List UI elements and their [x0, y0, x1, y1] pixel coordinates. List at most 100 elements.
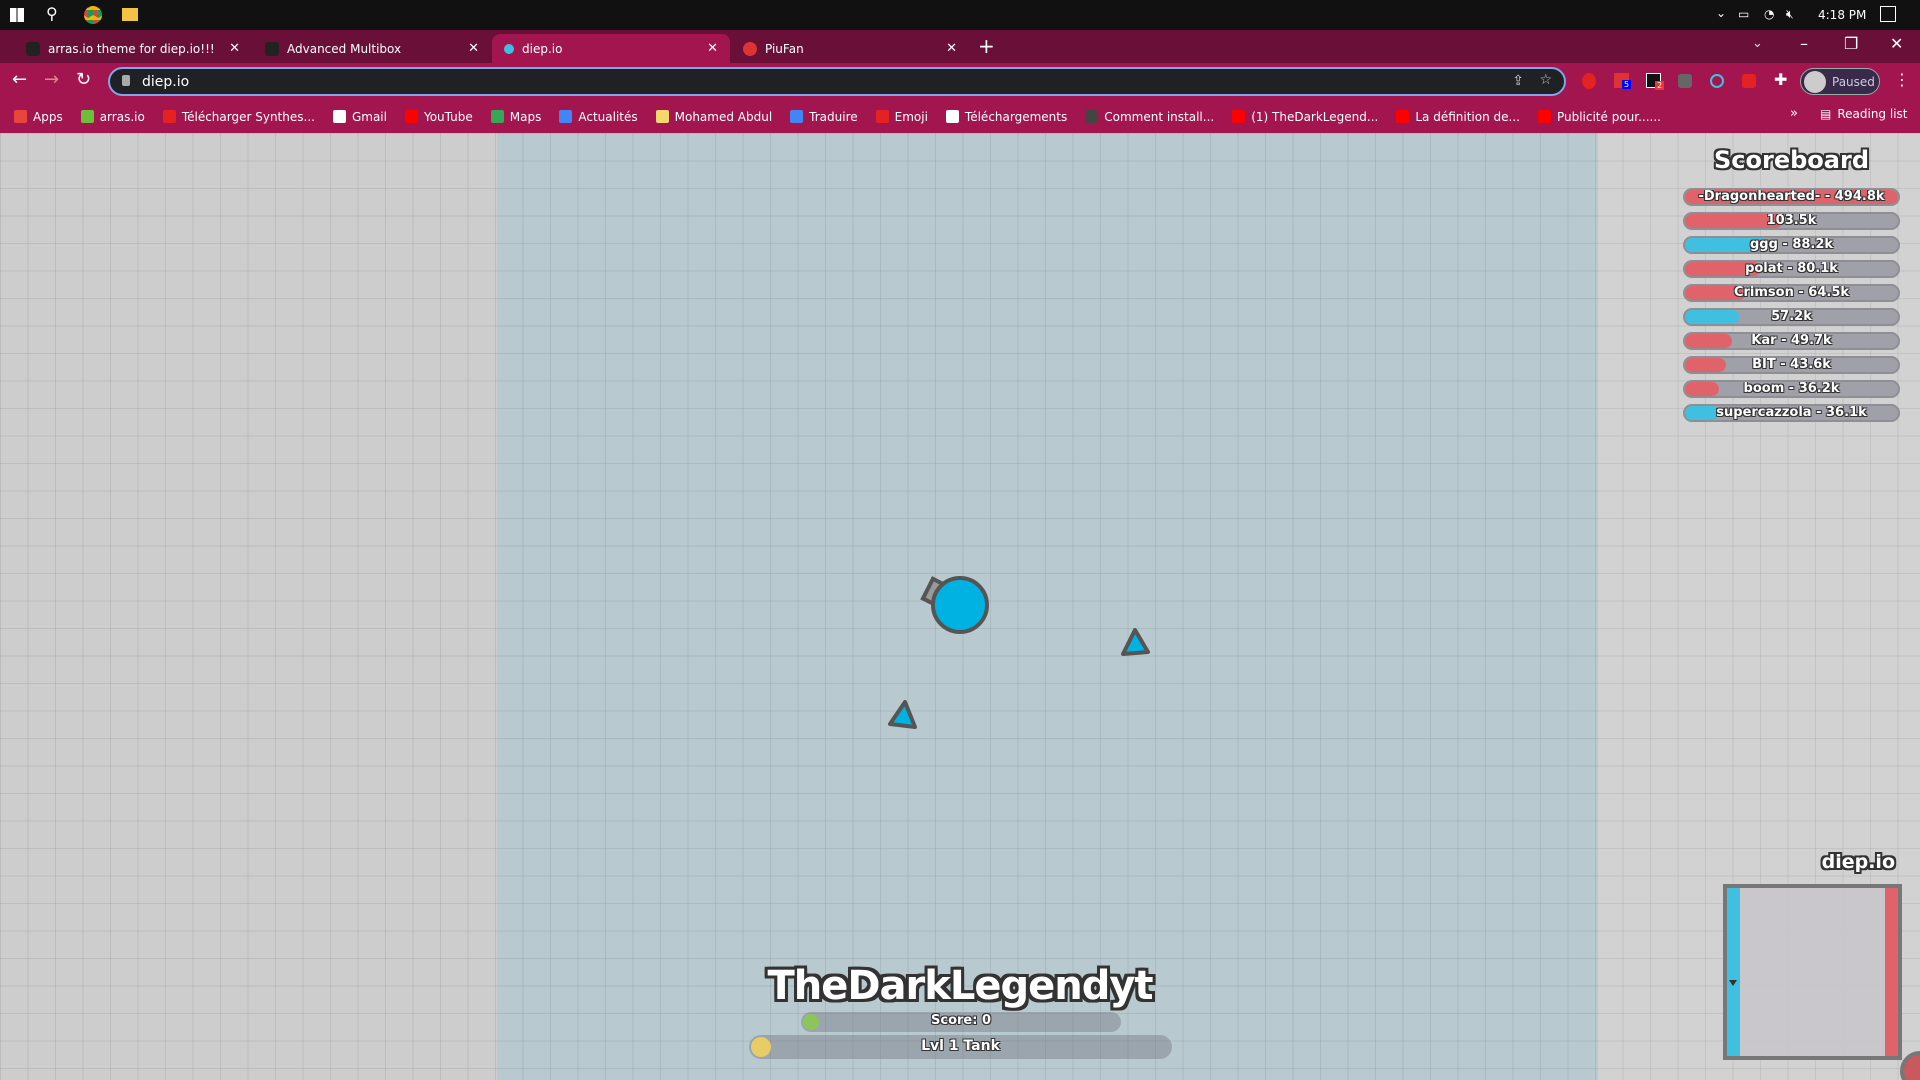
bookmark-icon: [162, 110, 176, 123]
close-tab-icon[interactable]: ✕: [946, 41, 957, 56]
scoreboard-label: supercazzola - 36.1k: [1716, 405, 1867, 420]
bookmark-label: Traduire: [809, 109, 858, 124]
reading-list-button[interactable]: ▤ Reading list: [1820, 107, 1908, 121]
close-tab-icon[interactable]: ✕: [707, 41, 718, 56]
scoreboard-entry: supercazzola - 36.1k: [1683, 404, 1900, 422]
scoreboard-entry: Crimson - 64.5k: [1683, 284, 1900, 302]
scoreboard-entry: 57.2k: [1683, 308, 1900, 326]
piufan-favicon-icon: [743, 41, 757, 56]
tab-label: diep.io: [522, 41, 563, 56]
close-tab-icon[interactable]: ✕: [229, 41, 240, 56]
level-bar: Lvl 1 Tank: [749, 1035, 1172, 1059]
bookmark-item[interactable]: Comment install...: [1085, 110, 1214, 124]
volume-muted-icon[interactable]: 🔇︎: [1786, 7, 1794, 22]
search-icon[interactable]: ⚲: [46, 4, 58, 23]
tab-arras-theme[interactable]: arras.io theme for diep.io!!! ✕: [14, 34, 252, 63]
extension-icon[interactable]: [1742, 74, 1756, 88]
back-button[interactable]: ←: [12, 69, 27, 90]
minimap-player-arrow-icon: [1729, 980, 1737, 986]
wifi-icon[interactable]: ◔: [1764, 7, 1774, 21]
reload-button[interactable]: ↻: [76, 69, 91, 90]
profile-status: Paused: [1832, 74, 1875, 89]
bookmark-icon: [945, 110, 959, 123]
scoreboard-entry: ggg - 88.2k: [1683, 236, 1900, 254]
bookmark-item[interactable]: YouTube: [404, 109, 473, 124]
score-text: Score: 0: [931, 1013, 991, 1028]
scoreboard-label: polat - 80.1k: [1745, 261, 1838, 276]
tab-piufan[interactable]: PiuFan ✕: [731, 34, 969, 63]
extension-badge: 5: [1622, 80, 1632, 89]
extension-icon[interactable]: 2: [1646, 73, 1665, 90]
bookmarks-overflow-button[interactable]: »: [1790, 106, 1798, 121]
bookmark-icon: [490, 110, 504, 123]
scoreboard-label: Kar - 49.7k: [1751, 333, 1832, 348]
bookmark-item[interactable]: La définition de...: [1396, 110, 1520, 124]
tray-chevron-icon[interactable]: ⌄: [1716, 6, 1726, 20]
share-icon[interactable]: ⇪: [1512, 73, 1524, 89]
bookmark-item[interactable]: Publicité pour......: [1537, 110, 1661, 124]
tab-favicon-icon: [265, 41, 279, 56]
bookmark-item[interactable]: Gmail: [332, 110, 387, 124]
scoreboard-entry: Kar - 49.7k: [1683, 332, 1900, 350]
minimap[interactable]: [1723, 884, 1902, 1060]
browser-toolbar: ← → ↻ diep.io ⇪ ☆ 5 2 ✚ Paused ⋮: [0, 63, 1920, 100]
bookmark-star-icon[interactable]: ☆: [1539, 72, 1552, 88]
minimize-button[interactable]: –: [1800, 34, 1808, 53]
extension-icon[interactable]: [1710, 74, 1724, 88]
bookmark-icon: [1085, 110, 1099, 123]
menu-kebab-icon[interactable]: ⋮: [1894, 70, 1910, 89]
scoreboard-title: Scoreboard: [1714, 146, 1869, 174]
url-text: diep.io: [142, 73, 190, 90]
new-tab-button[interactable]: +: [978, 34, 995, 58]
bookmark-item[interactable]: Télécharger Synthes...: [162, 110, 315, 124]
tab-diep-io[interactable]: diep.io ✕: [492, 34, 730, 63]
close-window-button[interactable]: ✕: [1890, 34, 1903, 53]
scoreboard-entry: -Dragonhearted- - 494.8k: [1683, 188, 1900, 206]
file-explorer-icon[interactable]: [122, 8, 138, 21]
restore-button[interactable]: ❐: [1844, 34, 1858, 53]
bookmark-item[interactable]: Traduire: [790, 109, 858, 124]
minimap-label: diep.io: [1821, 851, 1895, 873]
windows-start-icon[interactable]: [10, 8, 24, 22]
bookmark-label: Comment install...: [1104, 109, 1215, 124]
tab-strip: arras.io theme for diep.io!!! ✕ Advanced …: [0, 30, 1920, 63]
bookmark-item[interactable]: Maps: [490, 110, 541, 124]
bookmark-label: La définition de...: [1415, 109, 1520, 124]
level-text: Lvl 1 Tank: [921, 1038, 1000, 1054]
forward-button[interactable]: →: [44, 69, 59, 90]
minimap-blue-base: [1727, 888, 1740, 1056]
bookmark-item[interactable]: Téléchargements: [945, 110, 1067, 124]
scoreboard-entry: polat - 80.1k: [1683, 260, 1900, 278]
bookmark-item[interactable]: Emoji: [875, 110, 928, 124]
bookmark-item[interactable]: Actualités: [559, 110, 638, 124]
bookmark-icon: [790, 110, 804, 123]
scoreboard-label: 103.5k: [1766, 213, 1817, 228]
bookmark-icon: [332, 110, 346, 123]
extension-icon[interactable]: 5: [1614, 73, 1632, 89]
extension-icon[interactable]: [1678, 74, 1692, 88]
scoreboard-label: boom - 36.2k: [1743, 381, 1840, 396]
game-canvas[interactable]: Scoreboard -Dragonhearted- - 494.8k 103.5…: [0, 133, 1920, 1080]
profile-button[interactable]: Paused: [1800, 68, 1880, 95]
extensions-puzzle-icon[interactable]: ✚: [1774, 70, 1787, 89]
bookmark-icon: [559, 110, 573, 123]
notifications-icon[interactable]: [1880, 6, 1896, 22]
bookmark-item[interactable]: (1) TheDarkLegend...: [1232, 110, 1378, 124]
bookmark-item[interactable]: Apps: [14, 110, 63, 124]
clock[interactable]: 4:18 PM: [1818, 8, 1866, 22]
tab-search-icon[interactable]: ⌄: [1752, 36, 1763, 51]
close-tab-icon[interactable]: ✕: [468, 41, 479, 56]
bookmark-label: YouTube: [423, 109, 473, 124]
address-bar[interactable]: diep.io ⇪ ☆: [108, 67, 1566, 96]
chrome-taskbar-icon[interactable]: [84, 6, 102, 24]
bookmark-item[interactable]: arras.io: [80, 110, 145, 124]
bookmark-item[interactable]: Mohamed Abdul: [655, 110, 772, 124]
bookmark-icon: [1396, 110, 1410, 123]
tab-advanced-multibox[interactable]: Advanced Multibox ✕: [253, 34, 491, 63]
bookmark-label: Apps: [33, 109, 63, 124]
adblock-extension-icon[interactable]: [1582, 73, 1596, 89]
battery-icon[interactable]: ▭: [1738, 7, 1749, 21]
scoreboard-entry: 103.5k: [1683, 212, 1900, 230]
scoreboard-label: ggg - 88.2k: [1749, 237, 1834, 252]
bookmark-icon: [875, 110, 889, 123]
